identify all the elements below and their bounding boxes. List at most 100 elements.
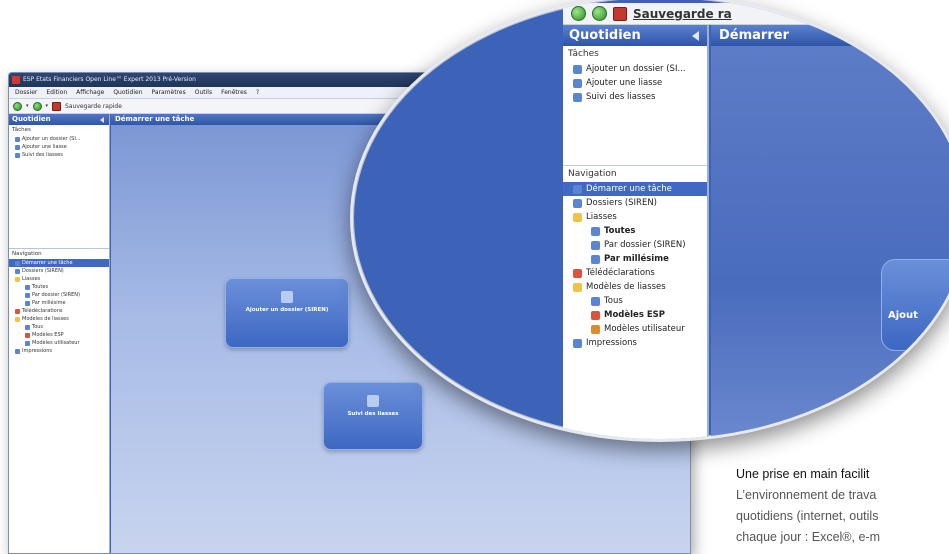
nav-item[interactable]: Toutes <box>563 224 707 238</box>
list-icon <box>25 292 30 298</box>
chevron-down-icon[interactable]: ▾ <box>46 103 49 109</box>
task-item[interactable]: Suivi des liasses <box>563 90 707 104</box>
nav-item[interactable]: Liasses <box>563 210 707 224</box>
caption-line: L’environnement de trava <box>736 488 877 502</box>
quick-save-button[interactable]: Sauvegarde rapide <box>65 103 122 110</box>
printer-icon <box>15 348 20 354</box>
back-icon[interactable] <box>13 101 22 111</box>
nav-item-label: Impressions <box>586 338 637 348</box>
chevron-down-icon[interactable]: ▾ <box>26 103 29 109</box>
zoom-toolbar: Sauvegarde ra <box>563 3 949 25</box>
nav-item[interactable]: Dossiers (SIREN) <box>9 267 109 275</box>
quick-save-button[interactable]: Sauvegarde ra <box>633 7 732 21</box>
divider <box>563 104 707 166</box>
collapse-icon[interactable] <box>692 31 699 41</box>
magnifier-lens: Sauvegarde ra Quotidien Tâches Ajouter u… <box>350 0 949 442</box>
nav-item[interactable]: Modèles utilisateur <box>563 322 707 336</box>
sidebar-title: Quotidien <box>569 28 641 43</box>
nav-item-label: Dossiers (SIREN) <box>586 198 657 208</box>
esp-icon <box>25 332 30 338</box>
task-icon <box>15 136 20 142</box>
caption-line: chaque jour : Excel®, e-m <box>736 530 880 544</box>
nav-item[interactable]: Par millésime <box>9 299 109 307</box>
nav-item[interactable]: Modèles utilisateur <box>9 339 109 347</box>
navigation-tree: Démarrer une tâche Dossiers (SIREN) Liasse… <box>9 259 109 355</box>
nav-item[interactable]: Démarrer une tâche <box>9 259 109 267</box>
nav-item[interactable]: Liasses <box>9 275 109 283</box>
nav-item[interactable]: Par dossier (SIREN) <box>563 238 707 252</box>
nav-item[interactable]: Tous <box>563 294 707 308</box>
tile-add-dossier[interactable]: Ajouter un dossier (SIREN) <box>225 278 349 348</box>
teledecl-icon <box>573 268 582 278</box>
menu-item-2[interactable]: Affichage <box>76 87 104 98</box>
nav-item[interactable]: Modèles ESP <box>563 308 707 322</box>
task-item[interactable]: Ajouter un dossier (SI... <box>563 62 707 76</box>
task-item[interactable]: Ajouter un dossier (SI... <box>9 135 109 143</box>
nav-item[interactable]: Modèles de liasses <box>9 315 109 323</box>
menu-item-6[interactable]: Fenêtres <box>221 87 247 98</box>
collapse-icon[interactable] <box>100 117 104 123</box>
user-model-icon <box>25 340 30 346</box>
nav-item[interactable]: Démarrer une tâche <box>563 182 707 196</box>
folder-icon <box>573 212 582 222</box>
dossiers-icon <box>573 198 582 208</box>
app-icon <box>12 76 20 84</box>
list-icon <box>25 284 30 290</box>
nav-item[interactable]: Impressions <box>563 336 707 350</box>
menu-item-3[interactable]: Quotidien <box>113 87 142 98</box>
save-icon[interactable] <box>613 6 627 21</box>
nav-item-label: Liasses <box>586 212 617 222</box>
nav-item-label: Tous <box>604 296 623 306</box>
user-model-icon <box>591 324 600 334</box>
list-icon <box>591 296 600 306</box>
nav-item-label: Télédéclarations <box>22 308 63 314</box>
menu-item-5[interactable]: Outils <box>195 87 212 98</box>
task-icon <box>573 78 582 88</box>
task-item[interactable]: Ajouter une liasse <box>9 143 109 151</box>
nav-item-label: Modèles utilisateur <box>32 340 80 346</box>
nav-item-label: Impressions <box>22 348 52 354</box>
nav-item-label: Modèles de liasses <box>586 282 666 292</box>
back-icon[interactable] <box>571 6 586 21</box>
task-label: Suivi des liasses <box>586 92 656 102</box>
tile-add-dossier[interactable]: Ajout <box>881 259 949 351</box>
tile-label: Ajouter un dossier (SIREN) <box>245 307 329 313</box>
nav-item[interactable]: Par dossier (SIREN) <box>9 291 109 299</box>
forward-icon[interactable] <box>32 101 42 111</box>
folder-icon <box>15 276 20 282</box>
menu-item-4[interactable]: Paramètres <box>152 87 186 98</box>
nav-item[interactable]: Dossiers (SIREN) <box>563 196 707 210</box>
nav-item-label: Toutes <box>604 226 636 236</box>
divider <box>9 159 109 249</box>
brochure-page: ESP Etats Financiers Open Line™ Expert 2… <box>0 0 949 554</box>
caption-body: L’environnement de trava quotidiens (int… <box>736 485 949 548</box>
task-label: Ajouter un dossier (SI... <box>22 136 81 142</box>
nav-item-label: Liasses <box>22 276 41 282</box>
menu-item-7[interactable]: ? <box>256 87 259 98</box>
menu-item-1[interactable]: Edition <box>46 87 67 98</box>
nav-item[interactable]: Impressions <box>9 347 109 355</box>
forward-icon[interactable] <box>592 6 607 21</box>
zoom-sidebar: Quotidien Tâches Ajouter un dossier (SI.… <box>563 25 709 439</box>
list-icon <box>591 240 600 250</box>
task-workspace <box>711 46 949 439</box>
nav-item[interactable]: Tous <box>9 323 109 331</box>
task-item[interactable]: Ajouter une liasse <box>563 76 707 90</box>
nav-item-label: Par millésime <box>604 254 669 264</box>
nav-item-label: Télédéclarations <box>586 268 655 278</box>
nav-item[interactable]: Toutes <box>9 283 109 291</box>
menu-item-0[interactable]: Dossier <box>15 87 37 98</box>
nav-item-label: Démarrer une tâche <box>22 260 73 266</box>
tasks-label: Tâches <box>568 49 599 59</box>
task-item[interactable]: Suivi des liasses <box>9 151 109 159</box>
nav-item[interactable]: Modèles de liasses <box>563 280 707 294</box>
nav-item[interactable]: Par millésime <box>563 252 707 266</box>
nav-item[interactable]: Télédéclarations <box>563 266 707 280</box>
nav-item[interactable]: Modèles ESP <box>9 331 109 339</box>
task-icon <box>15 152 20 158</box>
save-icon[interactable] <box>52 101 62 111</box>
task-label: Ajouter une liasse <box>586 78 663 88</box>
nav-item[interactable]: Télédéclarations <box>9 307 109 315</box>
start-icon <box>15 260 20 266</box>
navigation-label: Navigation <box>12 251 42 257</box>
